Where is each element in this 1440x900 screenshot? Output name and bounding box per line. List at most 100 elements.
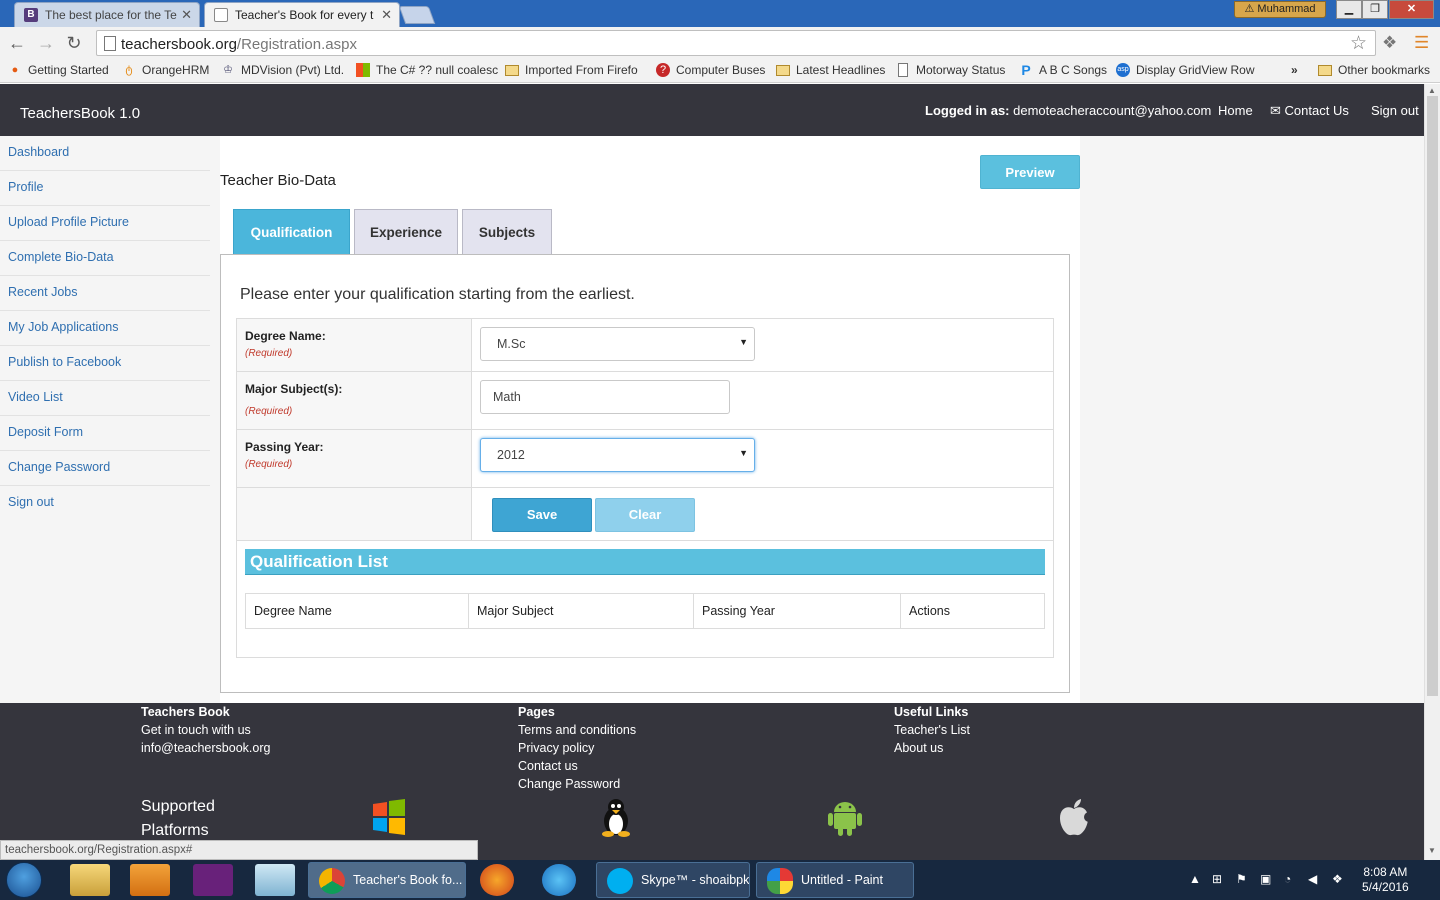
passing-year-select[interactable]: 2012 ▼: [480, 438, 755, 472]
taskbar-app-skype[interactable]: Skype™ - shoaibpk: [596, 862, 750, 898]
bookmark-item[interactable]: ● Getting Started: [8, 63, 109, 77]
bookmark-item[interactable]: The C# ?? null coalesc: [356, 63, 498, 77]
degree-select-value: M.Sc: [497, 337, 526, 351]
visual-studio-icon[interactable]: [193, 864, 233, 896]
notepad-icon[interactable]: [255, 864, 295, 896]
sidebar-item-publish-to-facebook[interactable]: Publish to Facebook: [0, 346, 210, 381]
close-icon[interactable]: ✕: [181, 7, 192, 23]
page-favicon-icon: [214, 8, 228, 22]
bootstrap-favicon-icon: B: [24, 8, 38, 22]
tray-device-icon[interactable]: ▣: [1260, 872, 1271, 886]
major-subject-input[interactable]: Math: [480, 380, 730, 414]
scrollbar-thumb[interactable]: [1427, 96, 1438, 696]
sidebar-item-video-list[interactable]: Video List: [0, 381, 210, 416]
tray-network-icon[interactable]: ◔: [1284, 872, 1291, 886]
footer-link-contact[interactable]: Contact us: [518, 757, 636, 775]
nav-home-link[interactable]: Home: [1218, 103, 1253, 118]
taskbar-app-chrome[interactable]: Teacher's Book fo...: [308, 862, 466, 898]
tray-volume-icon[interactable]: ◀: [1308, 872, 1317, 886]
reload-icon[interactable]: ↻: [64, 33, 84, 53]
tray-windows-icon[interactable]: ⊞: [1212, 872, 1222, 886]
bookmark-star-icon[interactable]: ☆: [1350, 32, 1367, 55]
degree-select[interactable]: M.Sc ▼: [480, 327, 755, 361]
menu-icon[interactable]: ☰: [1414, 33, 1429, 53]
forward-arrow-icon[interactable]: →: [36, 33, 56, 53]
bookmarks-overflow-chevron[interactable]: »: [1291, 63, 1298, 77]
bookmark-item[interactable]: asp Display GridView Row: [1116, 63, 1254, 77]
bookmark-folder[interactable]: Latest Headlines: [776, 63, 885, 77]
footer-link-change-password[interactable]: Change Password: [518, 775, 636, 793]
bookmark-folder[interactable]: Imported From Firefo: [505, 63, 638, 77]
tab-subjects[interactable]: Subjects: [462, 209, 552, 255]
start-button[interactable]: [6, 862, 42, 898]
tray-flag-icon[interactable]: ⚑: [1236, 872, 1247, 886]
save-button[interactable]: Save: [492, 498, 592, 532]
windows-icon: [371, 798, 407, 838]
url-path: /Registration.aspx: [236, 36, 357, 53]
scroll-up-arrow-icon[interactable]: ▲: [1428, 86, 1436, 95]
bookmark-item[interactable]: ტ OrangeHRM: [122, 63, 209, 77]
table-header-major: Major Subject: [469, 594, 694, 628]
footer-link-terms[interactable]: Terms and conditions: [518, 721, 636, 739]
nav-contact-label: Contact Us: [1284, 103, 1349, 118]
clock-time: 8:08 AM: [1363, 865, 1408, 879]
new-tab-button[interactable]: [398, 6, 436, 24]
profile-badge[interactable]: ⚠ Muhammad: [1234, 1, 1326, 18]
folder-icon: [505, 65, 519, 76]
url-host: teachersbook.org: [121, 36, 237, 53]
sidebar-item-recent-jobs[interactable]: Recent Jobs: [0, 276, 210, 311]
clear-button[interactable]: Clear: [595, 498, 695, 532]
site-footer: Teachers Book Get in touch with us info@…: [0, 703, 1424, 860]
footer-link-privacy[interactable]: Privacy policy: [518, 739, 636, 757]
page-scrollbar[interactable]: ▲ ▼: [1424, 84, 1440, 860]
window-close-button[interactable]: ✕: [1389, 0, 1434, 19]
table-header-year: Passing Year: [694, 594, 901, 628]
address-bar[interactable]: teachersbook.org/Registration.aspx ☆: [96, 30, 1376, 56]
bookmark-folder[interactable]: Other bookmarks: [1318, 63, 1430, 77]
taskbar-app-paint[interactable]: Untitled - Paint: [756, 862, 914, 898]
dropbox-icon[interactable]: ❖: [1382, 33, 1397, 53]
bookmark-item[interactable]: Motorway Status: [896, 63, 1005, 77]
browser-tab-active[interactable]: Teacher's Book for every t ✕: [204, 2, 400, 27]
sidebar-item-my-job-applications[interactable]: My Job Applications: [0, 311, 210, 346]
file-explorer-icon[interactable]: [70, 864, 110, 896]
nav-signout-link[interactable]: Sign out: [1371, 103, 1419, 118]
footer-link-teachers-list[interactable]: Teacher's List: [894, 721, 970, 739]
sidebar-item-dashboard[interactable]: Dashboard: [0, 136, 210, 171]
sidebar-item-upload-profile-picture[interactable]: Upload Profile Picture: [0, 206, 210, 241]
sidebar-item-change-password[interactable]: Change Password: [0, 451, 210, 486]
preview-button[interactable]: Preview: [980, 155, 1080, 189]
scroll-down-arrow-icon[interactable]: ▼: [1428, 846, 1436, 855]
bookmark-label: Imported From Firefo: [525, 63, 638, 77]
bookmark-item[interactable]: ? Computer Buses: [656, 63, 765, 77]
browser-tab-title: The best place for the Te: [45, 8, 177, 22]
minimize-button[interactable]: ▁: [1336, 0, 1362, 19]
bookmark-item[interactable]: ♔ MDVision (Pvt) Ltd.: [221, 63, 344, 77]
nav-contact-link[interactable]: ✉ Contact Us: [1270, 103, 1349, 119]
sidebar-item-deposit-form[interactable]: Deposit Form: [0, 416, 210, 451]
media-player-icon[interactable]: [130, 864, 170, 896]
bookmark-item[interactable]: P A B C Songs: [1019, 63, 1107, 77]
footer-heading: Useful Links: [894, 705, 969, 719]
taskbar-clock[interactable]: 8:08 AM 5/4/2016: [1362, 865, 1409, 895]
tray-dropbox-icon[interactable]: ❖: [1332, 872, 1343, 886]
site-brand[interactable]: TeachersBook 1.0: [20, 105, 140, 122]
windows-taskbar: Teacher's Book fo... Skype™ - shoaibpk U…: [0, 860, 1440, 900]
sidebar-item-sign-out[interactable]: Sign out: [0, 486, 210, 521]
firefox-icon[interactable]: [480, 864, 514, 896]
windows-flag-icon: [356, 63, 370, 77]
close-icon[interactable]: ✕: [381, 7, 392, 23]
back-arrow-icon[interactable]: ←: [7, 33, 27, 53]
bookmark-label: Computer Buses: [676, 63, 766, 77]
question-icon: ?: [656, 63, 670, 77]
browser-tab[interactable]: B The best place for the Te ✕: [14, 2, 200, 27]
sidebar-item-profile[interactable]: Profile: [0, 171, 210, 206]
tray-expand-icon[interactable]: ▲: [1189, 872, 1201, 886]
footer-link-about[interactable]: About us: [894, 739, 970, 757]
sidebar-item-complete-bio-data[interactable]: Complete Bio-Data: [0, 241, 210, 276]
footer-email[interactable]: info@teachersbook.org: [141, 739, 270, 757]
maximize-button[interactable]: ❐: [1362, 0, 1388, 19]
internet-explorer-icon[interactable]: [542, 864, 576, 896]
tab-experience[interactable]: Experience: [354, 209, 458, 255]
tab-qualification[interactable]: Qualification: [233, 209, 350, 255]
